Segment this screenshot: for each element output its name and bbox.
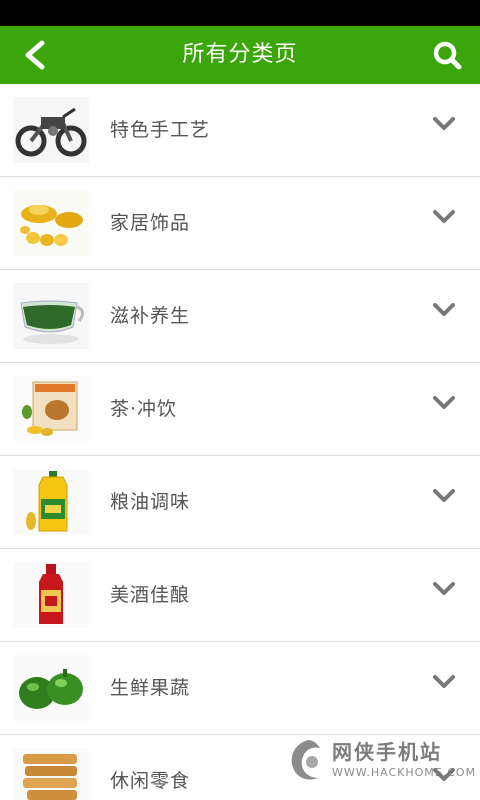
category-label: 滋补养生 (110, 305, 191, 327)
category-row[interactable]: 美酒佳酿 (0, 549, 480, 642)
category-row[interactable]: 家居饰品 (0, 177, 480, 270)
category-label: 生鲜果蔬 (110, 677, 191, 699)
category-thumbnail (13, 376, 89, 442)
motorcycle-craft-icon (13, 97, 89, 163)
category-thumbnail (13, 748, 89, 800)
category-label: 休闲零食 (110, 770, 191, 792)
chevron-down-icon[interactable] (432, 674, 456, 690)
chevron-down-icon[interactable] (432, 581, 456, 597)
chevron-down-icon[interactable] (432, 488, 456, 504)
category-label: 粮油调味 (110, 491, 191, 513)
category-thumbnail (13, 562, 89, 628)
chevron-down-icon[interactable] (432, 395, 456, 411)
category-thumbnail (13, 97, 89, 163)
green-peppers-icon (13, 655, 89, 721)
chevron-down-icon[interactable] (432, 116, 456, 132)
category-row[interactable]: 粮油调味 (0, 456, 480, 549)
watermark-name: 网侠手机站 (332, 740, 442, 764)
page-title: 所有分类页 (182, 42, 298, 67)
category-label: 美酒佳酿 (110, 584, 191, 606)
category-thumbnail (13, 190, 89, 256)
category-thumbnail (13, 469, 89, 535)
top-header: 所有分类页 (0, 26, 480, 84)
category-thumbnail (13, 283, 89, 349)
category-label: 家居饰品 (110, 212, 191, 234)
category-thumbnail (13, 655, 89, 721)
watermark-logo-icon (291, 740, 320, 780)
search-button[interactable] (428, 37, 468, 73)
category-row[interactable]: 滋补养生 (0, 270, 480, 363)
site-watermark: 网侠手机站 WWW.HACKHOME.COM (282, 732, 475, 792)
watermark-url: WWW.HACKHOME.COM (332, 766, 477, 779)
category-row[interactable]: 特色手工艺 (0, 84, 480, 177)
green-tea-cup-icon (13, 283, 89, 349)
category-label: 特色手工艺 (110, 119, 211, 141)
category-list: 特色手工艺 家居饰品 滋补养生 茶·冲饮 粮油调味 美酒佳酿 生鲜果蔬 休闲零食 (0, 84, 480, 800)
status-bar (0, 0, 480, 26)
search-icon (433, 41, 462, 70)
oil-bottle-icon (13, 469, 89, 535)
crackers-icon (13, 748, 89, 800)
chevron-down-icon[interactable] (432, 209, 456, 225)
cereal-box-icon (13, 376, 89, 442)
liquor-bottle-icon (13, 562, 89, 628)
gold-ingots-icon (13, 190, 89, 256)
chevron-down-icon[interactable] (432, 302, 456, 318)
category-row[interactable]: 茶·冲饮 (0, 363, 480, 456)
category-row[interactable]: 生鲜果蔬 (0, 642, 480, 735)
category-label: 茶·冲饮 (110, 398, 178, 420)
